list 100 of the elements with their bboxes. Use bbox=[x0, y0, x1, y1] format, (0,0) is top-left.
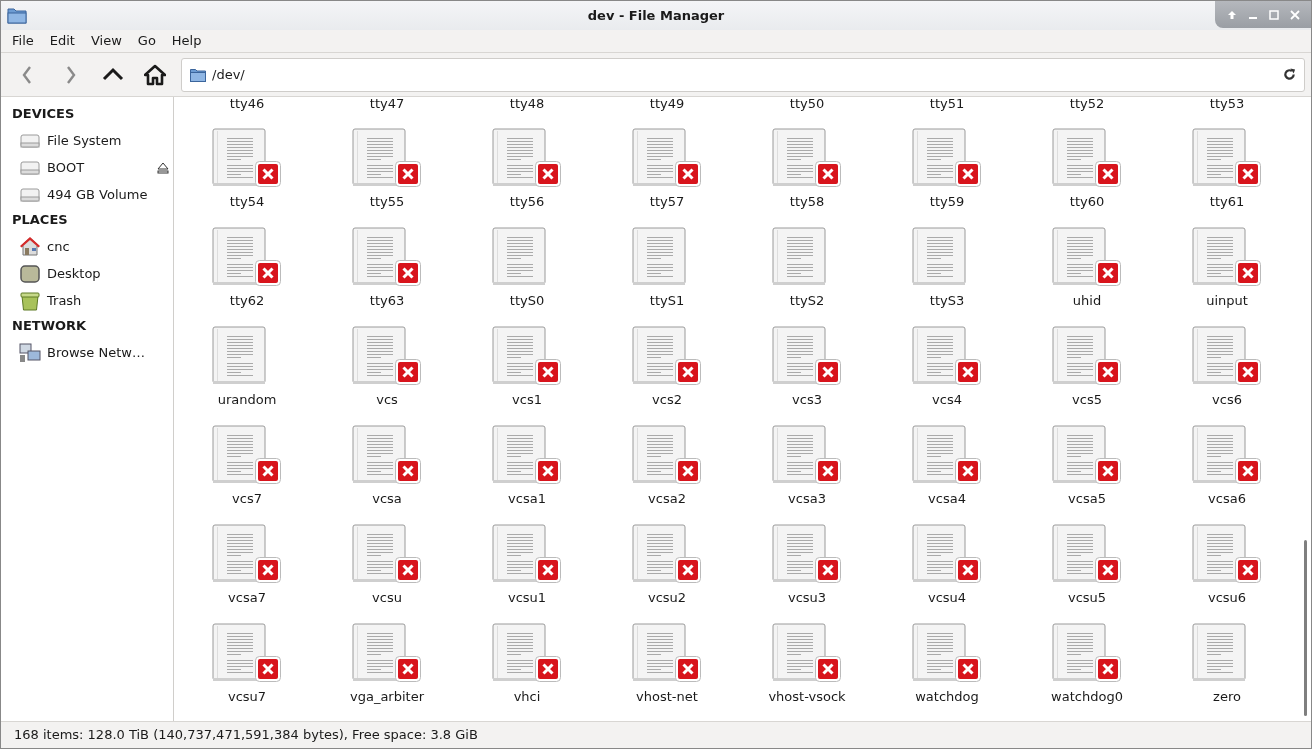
document-icon bbox=[1192, 524, 1246, 583]
device-entry[interactable]: tty57 bbox=[597, 111, 737, 210]
device-entry[interactable]: urandom bbox=[177, 309, 317, 408]
device-entry[interactable]: watchdog0 bbox=[1017, 606, 1157, 705]
device-entry[interactable]: vga_arbiter bbox=[317, 606, 457, 705]
window-title: dev - File Manager bbox=[587, 6, 725, 25]
device-entry[interactable]: vcsu1 bbox=[457, 507, 597, 606]
device-entry[interactable]: vcs3 bbox=[737, 309, 877, 408]
document-icon bbox=[632, 227, 686, 286]
document-icon bbox=[492, 524, 546, 583]
device-entry[interactable]: vcsu4 bbox=[877, 507, 1017, 606]
device-entry[interactable]: tty60 bbox=[1017, 111, 1157, 210]
menu-item[interactable]: Go bbox=[130, 30, 163, 52]
scrollbar-thumb[interactable] bbox=[1304, 540, 1307, 716]
document-icon bbox=[1192, 128, 1246, 187]
device-entry[interactable]: tty58 bbox=[737, 111, 877, 210]
device-entry[interactable]: ttyS3 bbox=[877, 210, 1017, 309]
device-entry[interactable]: tty59 bbox=[877, 111, 1017, 210]
document-icon bbox=[492, 227, 546, 286]
device-entry[interactable]: vcs5 bbox=[1017, 309, 1157, 408]
device-entry[interactable]: vcs4 bbox=[877, 309, 1017, 408]
document-icon bbox=[352, 227, 406, 286]
device-entry[interactable]: vcsu2 bbox=[597, 507, 737, 606]
document-icon bbox=[912, 326, 966, 385]
device-entry[interactable]: tty56 bbox=[457, 111, 597, 210]
device-entry[interactable]: vcsa6 bbox=[1157, 408, 1297, 507]
device-entry[interactable]: vhci bbox=[457, 606, 597, 705]
device-entry[interactable]: tty55 bbox=[317, 111, 457, 210]
device-entry[interactable]: vcsa7 bbox=[177, 507, 317, 606]
section-heading: PLACES bbox=[11, 211, 69, 229]
document-icon bbox=[1052, 227, 1106, 286]
section-heading: NETWORK bbox=[11, 317, 88, 335]
document-icon bbox=[632, 128, 686, 187]
sidebar-item[interactable]: File System bbox=[1, 127, 173, 154]
file-name: tty47 bbox=[369, 97, 405, 111]
document-icon bbox=[912, 128, 966, 187]
device-entry[interactable]: vcsa3 bbox=[737, 408, 877, 507]
device-entry[interactable]: uinput bbox=[1157, 210, 1297, 309]
device-entry[interactable]: ttyS0 bbox=[457, 210, 597, 309]
document-icon bbox=[1192, 326, 1246, 385]
document-icon bbox=[212, 623, 266, 682]
device-entry[interactable]: vcsa bbox=[317, 408, 457, 507]
location-field[interactable]: /dev/ bbox=[181, 57, 1305, 92]
desktop-icon bbox=[19, 262, 41, 285]
device-entry[interactable]: tty61 bbox=[1157, 111, 1297, 210]
document-icon bbox=[492, 623, 546, 682]
device-entry[interactable]: vcsu7 bbox=[177, 606, 317, 705]
sidebar-item[interactable]: Trash bbox=[1, 287, 173, 314]
menu-item[interactable]: File bbox=[5, 30, 41, 52]
device-entry[interactable]: vcs1 bbox=[457, 309, 597, 408]
device-entry[interactable]: vcs6 bbox=[1157, 309, 1297, 408]
document-icon bbox=[212, 524, 266, 583]
document-icon bbox=[352, 623, 406, 682]
home-icon[interactable] bbox=[144, 63, 166, 86]
device-entry[interactable]: vhost-net bbox=[597, 606, 737, 705]
device-entry[interactable]: ttyS2 bbox=[737, 210, 877, 309]
document-icon bbox=[212, 227, 266, 286]
sidebar-item[interactable]: 494 GB Volume bbox=[1, 181, 173, 208]
device-entry[interactable]: tty63 bbox=[317, 210, 457, 309]
document-icon bbox=[492, 326, 546, 385]
device-entry[interactable]: uhid bbox=[1017, 210, 1157, 309]
sidebar-item[interactable]: BOOT bbox=[1, 154, 173, 181]
device-entry[interactable]: vcsa5 bbox=[1017, 408, 1157, 507]
device-entry[interactable]: watchdog bbox=[877, 606, 1017, 705]
close-icon[interactable] bbox=[1289, 9, 1300, 20]
device-entry[interactable]: vcsu3 bbox=[737, 507, 877, 606]
device-entry[interactable]: tty54 bbox=[177, 111, 317, 210]
device-entry[interactable]: vhost-vsock bbox=[737, 606, 877, 705]
device-entry[interactable]: vcs bbox=[317, 309, 457, 408]
device-entry[interactable]: vcsa1 bbox=[457, 408, 597, 507]
device-entry[interactable]: tty62 bbox=[177, 210, 317, 309]
eject-icon[interactable] bbox=[157, 161, 169, 174]
document-icon bbox=[912, 425, 966, 484]
document-icon bbox=[912, 524, 966, 583]
device-entry[interactable]: vcsa2 bbox=[597, 408, 737, 507]
device-entry[interactable]: vcs7 bbox=[177, 408, 317, 507]
document-icon bbox=[1052, 623, 1106, 682]
device-entry[interactable]: vcsu6 bbox=[1157, 507, 1297, 606]
file-name: tty52 bbox=[1069, 97, 1105, 111]
document-icon bbox=[1192, 227, 1246, 286]
document-icon bbox=[632, 326, 686, 385]
device-entry[interactable]: zero bbox=[1157, 606, 1297, 705]
menu-item[interactable]: View bbox=[83, 30, 129, 52]
document-icon bbox=[352, 326, 406, 385]
device-entry[interactable]: vcs2 bbox=[597, 309, 737, 408]
maximize-icon[interactable] bbox=[1268, 9, 1279, 20]
menu-item[interactable]: Help bbox=[164, 30, 209, 52]
device-entry[interactable]: vcsa4 bbox=[877, 408, 1017, 507]
sidebar-item[interactable]: Desktop bbox=[1, 260, 173, 287]
section-heading: DEVICES bbox=[11, 105, 76, 123]
sidebar-item[interactable]: Browse Netw… bbox=[1, 339, 173, 366]
device-entry[interactable]: vcsu bbox=[317, 507, 457, 606]
house-icon bbox=[19, 235, 41, 258]
sidebar-item[interactable]: cnc bbox=[1, 233, 173, 260]
reload-icon[interactable] bbox=[1283, 68, 1296, 81]
document-icon bbox=[632, 623, 686, 682]
device-entry[interactable]: ttyS1 bbox=[597, 210, 737, 309]
menu-item[interactable]: Edit bbox=[42, 30, 82, 52]
network-computers-icon bbox=[19, 341, 41, 364]
device-entry[interactable]: vcsu5 bbox=[1017, 507, 1157, 606]
